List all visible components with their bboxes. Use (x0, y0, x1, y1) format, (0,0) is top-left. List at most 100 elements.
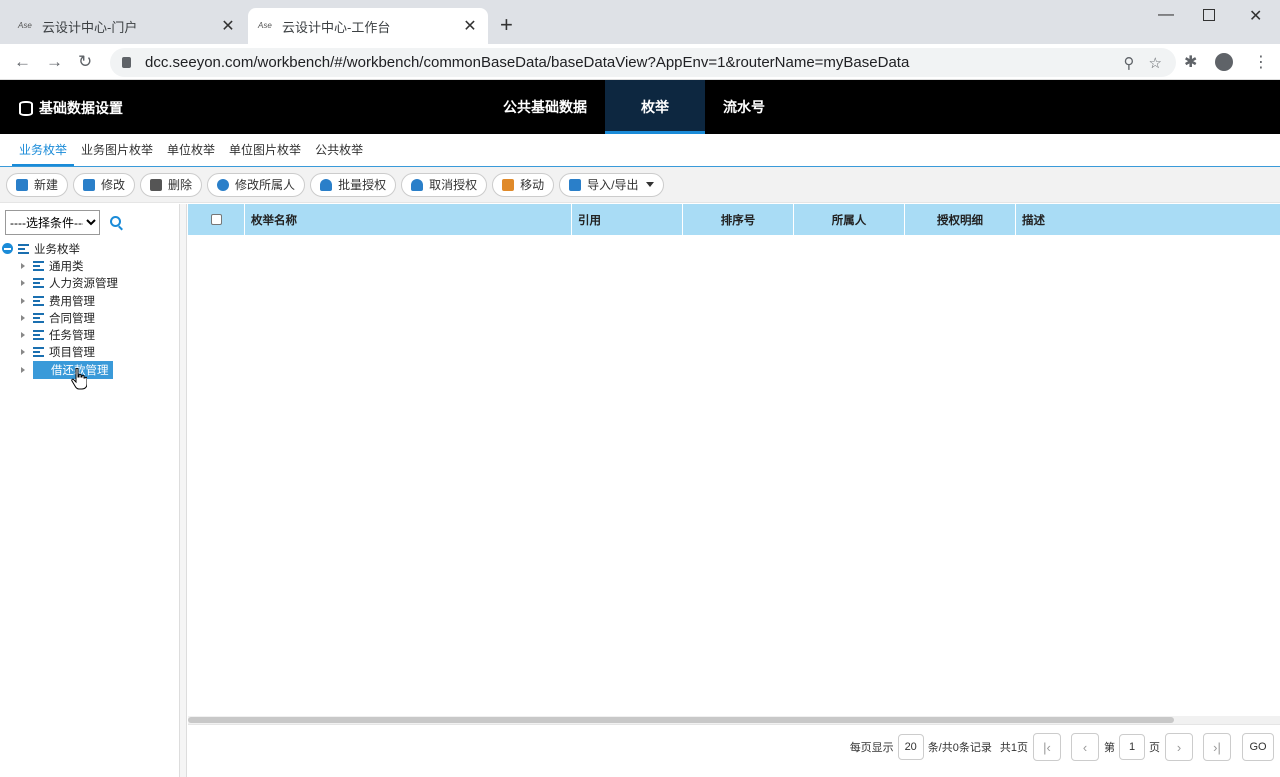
zoom-icon[interactable]: ⚲ (1124, 54, 1135, 72)
tree-node[interactable]: 费用管理 (2, 292, 178, 309)
col-sort-number[interactable]: 排序号 (683, 204, 794, 235)
tree-root[interactable]: 业务枚举 (2, 240, 178, 257)
database-icon (19, 100, 33, 116)
col-enum-name[interactable]: 枚举名称 (245, 204, 572, 235)
tree-node[interactable]: 项目管理 (2, 344, 178, 361)
move-arrow-icon (502, 178, 515, 191)
close-tab-icon[interactable]: ✕ (462, 16, 478, 36)
new-doc-icon (16, 178, 28, 191)
star-icon[interactable]: ☆ (1149, 54, 1162, 72)
tab-business-enum[interactable]: 业务枚举 (12, 141, 75, 166)
search-icon[interactable] (110, 216, 121, 227)
nav-serial-number[interactable]: 流水号 (705, 80, 783, 134)
next-page-button[interactable]: › (1165, 733, 1193, 761)
expand-arrow-icon[interactable] (19, 297, 27, 305)
browser-tab[interactable]: Ase 云设计中心-门户 ✕ (8, 8, 246, 44)
import-export-icon (569, 178, 582, 191)
address-bar[interactable]: dcc.seeyon.com/workbench/#/workbench/com… (110, 48, 1176, 77)
toolbar: 新建 修改 删除 修改所属人 批量授权 取消授权 移动 导入/导出 (0, 167, 1280, 203)
hand-cursor-icon (71, 368, 87, 390)
tab-public-enum[interactable]: 公共枚举 (308, 141, 370, 166)
import-export-button[interactable]: 导入/导出 (559, 172, 665, 197)
sub-tabs: 业务枚举 业务图片枚举 单位枚举 单位图片枚举 公共枚举 (0, 134, 1280, 167)
page-suffix: 页 (1149, 742, 1160, 754)
tab-business-image-enum[interactable]: 业务图片枚举 (74, 141, 160, 166)
browser-tab-title: 云设计中心-门户 (42, 19, 138, 35)
app-brand: 基础数据设置 (19, 98, 123, 118)
nav-enum[interactable]: 枚举 (605, 80, 705, 134)
browser-tab-active[interactable]: Ase 云设计中心-工作台 ✕ (248, 8, 488, 44)
tree-node[interactable]: 合同管理 (2, 309, 178, 326)
authorize-icon (320, 178, 333, 191)
expand-arrow-icon[interactable] (19, 279, 27, 287)
batch-authorize-button[interactable]: 批量授权 (310, 172, 397, 197)
select-all-cell (188, 204, 245, 235)
tree-node-selected[interactable]: 借还款管理 (2, 360, 178, 379)
tab-unit-enum[interactable]: 单位枚举 (160, 141, 222, 166)
col-reference[interactable]: 引用 (572, 204, 683, 235)
expand-arrow-icon[interactable] (19, 366, 27, 374)
trash-icon (150, 178, 163, 191)
page-input[interactable]: 1 (1119, 734, 1145, 760)
seeyon-logo-icon: Ase (258, 21, 272, 30)
new-button[interactable]: 新建 (6, 172, 69, 197)
expand-arrow-icon[interactable] (19, 262, 27, 270)
close-tab-icon[interactable]: ✕ (220, 16, 236, 36)
forward-icon[interactable]: → (46, 52, 63, 72)
collapse-icon[interactable] (2, 243, 13, 255)
maximize-icon[interactable] (1203, 9, 1215, 21)
enum-list-icon (33, 347, 46, 358)
move-button[interactable]: 移动 (492, 172, 555, 197)
url-text[interactable]: dcc.seeyon.com/workbench/#/workbench/com… (145, 54, 1124, 71)
enum-list-icon (33, 278, 46, 289)
condition-select[interactable]: ----选择条件---- (5, 210, 100, 235)
grid-header: 枚举名称 引用 排序号 所属人 授权明细 描述 (188, 204, 1280, 235)
enum-list-icon (33, 330, 46, 341)
profile-icon[interactable] (1215, 53, 1233, 71)
change-owner-button[interactable]: 修改所属人 (207, 172, 306, 197)
tab-unit-image-enum[interactable]: 单位图片枚举 (222, 141, 308, 166)
user-edit-icon (217, 178, 230, 191)
nav-public-base-data[interactable]: 公共基础数据 (485, 80, 605, 134)
expand-arrow-icon[interactable] (19, 331, 27, 339)
first-page-button[interactable]: |‹ (1033, 733, 1061, 761)
window-close-icon[interactable]: ✕ (1249, 6, 1262, 26)
per-page-input[interactable]: 20 (897, 734, 924, 760)
expand-arrow-icon[interactable] (19, 314, 27, 322)
col-owner[interactable]: 所属人 (794, 204, 905, 235)
tree-node[interactable]: 人力资源管理 (2, 275, 178, 292)
per-page-label: 每页显示 (849, 742, 894, 754)
extensions-icon[interactable]: ✱ (1184, 52, 1197, 72)
last-page-button[interactable]: ›| (1203, 733, 1231, 761)
edit-button[interactable]: 修改 (73, 172, 136, 197)
enum-list-icon (33, 312, 46, 323)
go-button[interactable]: GO (1242, 733, 1274, 761)
col-description[interactable]: 描述 (1016, 204, 1280, 235)
delete-button[interactable]: 删除 (140, 172, 203, 197)
revoke-icon (411, 178, 424, 191)
horizontal-scrollbar[interactable] (188, 716, 1280, 724)
pagination: 每页显示 20 条/共0条记录 共1页 |‹ ‹ 第 1 页 › ›| GO (188, 724, 1280, 769)
menu-icon[interactable]: ⋮ (1253, 52, 1269, 72)
scroll-thumb[interactable] (188, 717, 1174, 723)
minimize-icon[interactable]: — (1158, 6, 1174, 24)
seeyon-logo-icon: Ase (18, 21, 32, 30)
revoke-authorize-button[interactable]: 取消授权 (401, 172, 488, 197)
new-tab-icon[interactable]: + (500, 13, 513, 37)
tree-node[interactable]: 任务管理 (2, 326, 178, 343)
enum-list-icon (18, 243, 31, 254)
select-all-checkbox[interactable] (210, 214, 222, 225)
tree-node[interactable]: 通用类 (2, 257, 178, 274)
left-panel: ----选择条件---- 业务枚举 通用类 人力资源管理 费用管理 合同管理 任… (0, 204, 180, 777)
expand-arrow-icon[interactable] (19, 348, 27, 356)
edit-icon (83, 178, 96, 191)
col-auth-detail[interactable]: 授权明细 (905, 204, 1016, 235)
reload-icon[interactable]: ↻ (78, 52, 92, 72)
browser-tab-title: 云设计中心-工作台 (282, 19, 391, 35)
back-icon[interactable]: ← (14, 52, 31, 72)
enum-tree: 业务枚举 通用类 人力资源管理 费用管理 合同管理 任务管理 项目管理 借还款管… (2, 240, 178, 379)
prev-page-button[interactable]: ‹ (1071, 733, 1099, 761)
app-title: 基础数据设置 (39, 100, 123, 116)
enum-grid: 枚举名称 引用 排序号 所属人 授权明细 描述 每页显示 20 条/共0条记录 … (188, 204, 1280, 777)
panel-splitter[interactable] (180, 204, 187, 777)
